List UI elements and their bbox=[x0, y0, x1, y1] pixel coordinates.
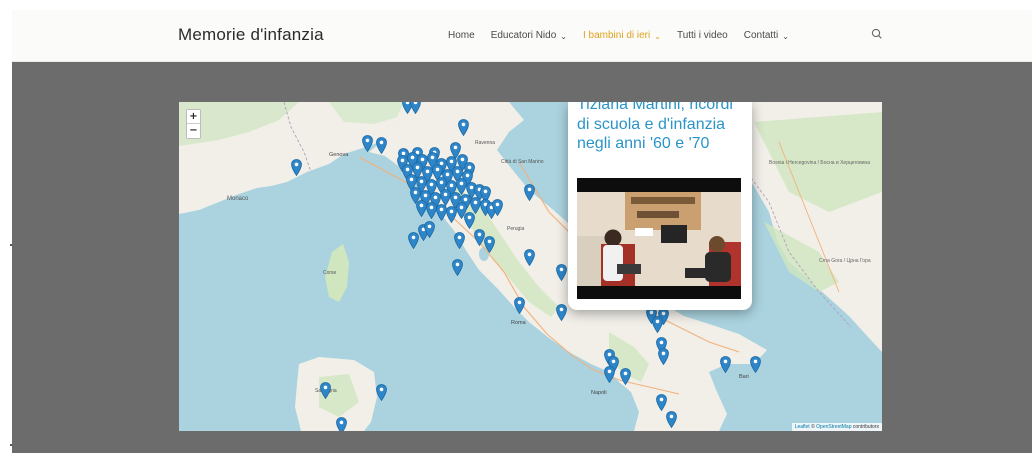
nav-contatti-label: Contatti bbox=[743, 30, 779, 41]
map-marker-icon bbox=[335, 416, 347, 431]
map-marker-icon bbox=[555, 263, 567, 281]
map-label-san-marino: Città di San Marino bbox=[501, 159, 544, 165]
nav-bambini-di-ieri-label: I bambini di ieri bbox=[582, 30, 651, 41]
map-label-bari: Bari bbox=[739, 374, 749, 380]
map-marker-icon bbox=[513, 296, 525, 314]
map-marker[interactable] bbox=[483, 235, 495, 253]
map-popup: Tiziana Martini, ricordi di scuola e d'i… bbox=[568, 102, 752, 310]
nav-contatti[interactable]: Contatti ⌄ bbox=[744, 30, 789, 41]
nav-home-label: Home bbox=[448, 30, 475, 41]
map-marker-icon bbox=[665, 410, 677, 428]
map-marker[interactable] bbox=[619, 367, 631, 385]
map-label-genova: Genova bbox=[329, 152, 349, 158]
map-marker-icon bbox=[423, 220, 435, 238]
map-marker[interactable] bbox=[361, 134, 373, 152]
zoom-in-button[interactable]: + bbox=[187, 110, 200, 124]
map-marker-icon bbox=[719, 355, 731, 373]
map-marker[interactable] bbox=[657, 347, 669, 365]
attribution-suffix: contributors bbox=[851, 424, 879, 430]
map-marker-icon bbox=[457, 118, 469, 136]
map-marker-icon bbox=[451, 258, 463, 276]
site-title[interactable]: Memorie d'infanzia bbox=[178, 25, 324, 45]
map-marker-icon bbox=[463, 211, 475, 229]
map-marker-icon bbox=[453, 231, 465, 249]
map-label-roma: Roma bbox=[511, 320, 527, 326]
nav-tutti-i-video[interactable]: Tutti i video bbox=[677, 30, 728, 41]
map-marker[interactable] bbox=[375, 383, 387, 401]
map-marker-icon bbox=[491, 198, 503, 216]
map-label-napoli: Napoli bbox=[591, 390, 607, 396]
map-marker[interactable] bbox=[463, 211, 475, 229]
map-marker[interactable] bbox=[491, 198, 503, 216]
map-attribution: Leaflet © OpenStreetMap contributors bbox=[791, 423, 882, 431]
map-marker-icon bbox=[651, 315, 663, 333]
map-marker-icon bbox=[375, 383, 387, 401]
map-marker-icon bbox=[375, 136, 387, 154]
map-marker-icon bbox=[483, 235, 495, 253]
chevron-down-icon: ⌄ bbox=[654, 32, 661, 41]
map-marker[interactable] bbox=[655, 393, 667, 411]
site-header: Memorie d'infanzia Home Educatori Nido ⌄ … bbox=[12, 10, 1032, 62]
map-marker-icon bbox=[361, 134, 373, 152]
map-marker[interactable] bbox=[457, 118, 469, 136]
map-label-corse: Corse bbox=[323, 270, 337, 276]
map-marker-icon bbox=[523, 183, 535, 201]
map-marker[interactable] bbox=[290, 158, 302, 176]
map-marker-icon bbox=[619, 367, 631, 385]
map-marker-icon bbox=[555, 303, 567, 321]
map-label-bosnia: Bosnia i Hercegovina / Босна и Херцегови… bbox=[769, 160, 870, 166]
map-label-crna-gora: Crna Gora / Црна Гора bbox=[819, 258, 871, 264]
map-marker[interactable] bbox=[719, 355, 731, 373]
chevron-down-icon: ⌄ bbox=[782, 32, 789, 41]
popup-title-link[interactable]: Tiziana Martini, ricordi di scuola e d'i… bbox=[577, 102, 745, 154]
map-marker[interactable] bbox=[523, 183, 535, 201]
zoom-out-button[interactable]: − bbox=[187, 124, 200, 138]
map-marker[interactable] bbox=[423, 220, 435, 238]
video-thumbnail[interactable] bbox=[577, 178, 741, 299]
map-marker-icon bbox=[657, 347, 669, 365]
chevron-down-icon: ⌄ bbox=[560, 32, 567, 41]
search-icon bbox=[871, 28, 882, 39]
nav-tutti-i-video-label: Tutti i video bbox=[676, 30, 728, 41]
map-marker-icon bbox=[290, 158, 302, 176]
map-marker[interactable] bbox=[555, 303, 567, 321]
nav-educatori-nido-label: Educatori Nido bbox=[490, 30, 557, 41]
map-marker[interactable] bbox=[319, 381, 331, 399]
map-tiles[interactable]: Genova Monaco Ravenna Città di San Marin… bbox=[179, 102, 882, 431]
map[interactable]: Genova Monaco Ravenna Città di San Marin… bbox=[179, 102, 882, 431]
map-marker[interactable] bbox=[513, 296, 525, 314]
map-marker[interactable] bbox=[651, 315, 663, 333]
map-marker-icon bbox=[603, 365, 615, 383]
main-nav: Home Educatori Nido ⌄ I bambini di ieri ⌄ … bbox=[448, 30, 805, 41]
map-label-ravenna: Ravenna bbox=[475, 140, 495, 146]
map-marker[interactable] bbox=[603, 365, 615, 383]
edge-mark bbox=[10, 244, 12, 246]
map-marker[interactable] bbox=[555, 263, 567, 281]
map-marker-icon bbox=[409, 102, 421, 114]
map-marker-icon bbox=[319, 381, 331, 399]
map-marker[interactable] bbox=[375, 136, 387, 154]
map-label-perugia: Perugia bbox=[507, 226, 524, 232]
openstreetmap-link[interactable]: OpenStreetMap bbox=[816, 424, 851, 430]
map-marker[interactable] bbox=[665, 410, 677, 428]
map-marker[interactable] bbox=[453, 231, 465, 249]
map-label-monaco: Monaco bbox=[227, 196, 249, 202]
video-frame-image bbox=[577, 178, 741, 299]
map-marker-icon bbox=[749, 355, 761, 373]
map-marker-icon bbox=[655, 393, 667, 411]
map-marker[interactable] bbox=[749, 355, 761, 373]
map-marker-icon bbox=[523, 248, 535, 266]
nav-bambini-di-ieri[interactable]: I bambini di ieri ⌄ bbox=[583, 30, 661, 41]
leaflet-link[interactable]: Leaflet bbox=[795, 424, 810, 430]
edge-mark bbox=[10, 444, 12, 446]
map-marker[interactable] bbox=[335, 416, 347, 431]
nav-home[interactable]: Home bbox=[448, 30, 475, 41]
search-button[interactable] bbox=[870, 27, 884, 41]
map-marker[interactable] bbox=[451, 258, 463, 276]
nav-educatori-nido[interactable]: Educatori Nido ⌄ bbox=[491, 30, 567, 41]
map-marker[interactable] bbox=[523, 248, 535, 266]
zoom-control: + − bbox=[186, 109, 201, 139]
map-marker[interactable] bbox=[409, 102, 421, 114]
